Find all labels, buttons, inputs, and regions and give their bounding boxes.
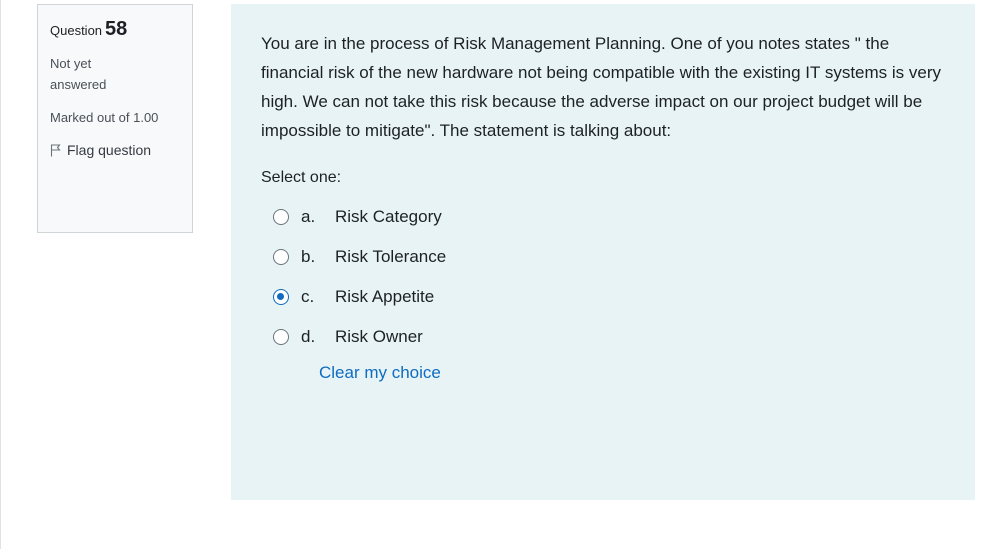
answer-c-label[interactable]: Risk Appetite bbox=[335, 287, 434, 307]
question-content: You are in the process of Risk Managemen… bbox=[231, 4, 975, 500]
answer-b-letter: b. bbox=[301, 247, 316, 266]
answer-list: a. Risk Category b. Risk Tolerance c. Ri… bbox=[273, 197, 945, 383]
flag-question-label: Flag question bbox=[67, 142, 152, 158]
answer-a-label[interactable]: Risk Category bbox=[335, 207, 442, 227]
answer-option-c[interactable]: c. Risk Appetite bbox=[273, 277, 945, 317]
answer-b-label[interactable]: Risk Tolerance bbox=[335, 247, 446, 267]
answer-b-radio[interactable] bbox=[273, 249, 289, 265]
answer-d-label[interactable]: Risk Owner bbox=[335, 327, 423, 347]
answer-a-letter: a. bbox=[301, 207, 316, 226]
question-label: Question bbox=[50, 23, 103, 38]
answer-d-letter: d. bbox=[301, 327, 316, 346]
answer-prompt: Select one: bbox=[261, 169, 342, 186]
flag-icon bbox=[50, 143, 61, 156]
answer-option-b[interactable]: b. Risk Tolerance bbox=[273, 237, 945, 277]
answer-c-letter: c. bbox=[301, 287, 315, 306]
clear-choice-link[interactable]: Clear my choice bbox=[319, 363, 441, 383]
quiz-page: Question 58 Not yet answered Marked out o… bbox=[0, 0, 981, 549]
answer-option-d[interactable]: d. Risk Owner bbox=[273, 317, 945, 357]
question-number: Question 58 bbox=[50, 19, 182, 41]
question-grade: Marked out of 1.00 bbox=[50, 110, 159, 125]
flag-question-link[interactable]: Flag question bbox=[50, 140, 182, 160]
question-number-value: 58 bbox=[105, 18, 128, 40]
question-text: You are in the process of Risk Managemen… bbox=[261, 34, 941, 140]
answer-d-radio[interactable] bbox=[273, 329, 289, 345]
question-info-panel: Question 58 Not yet answered Marked out o… bbox=[37, 4, 193, 233]
answer-c-radio[interactable] bbox=[273, 289, 289, 305]
answer-a-radio[interactable] bbox=[273, 209, 289, 225]
answer-option-a[interactable]: a. Risk Category bbox=[273, 197, 945, 237]
question-state: Not yet answered bbox=[50, 56, 107, 92]
